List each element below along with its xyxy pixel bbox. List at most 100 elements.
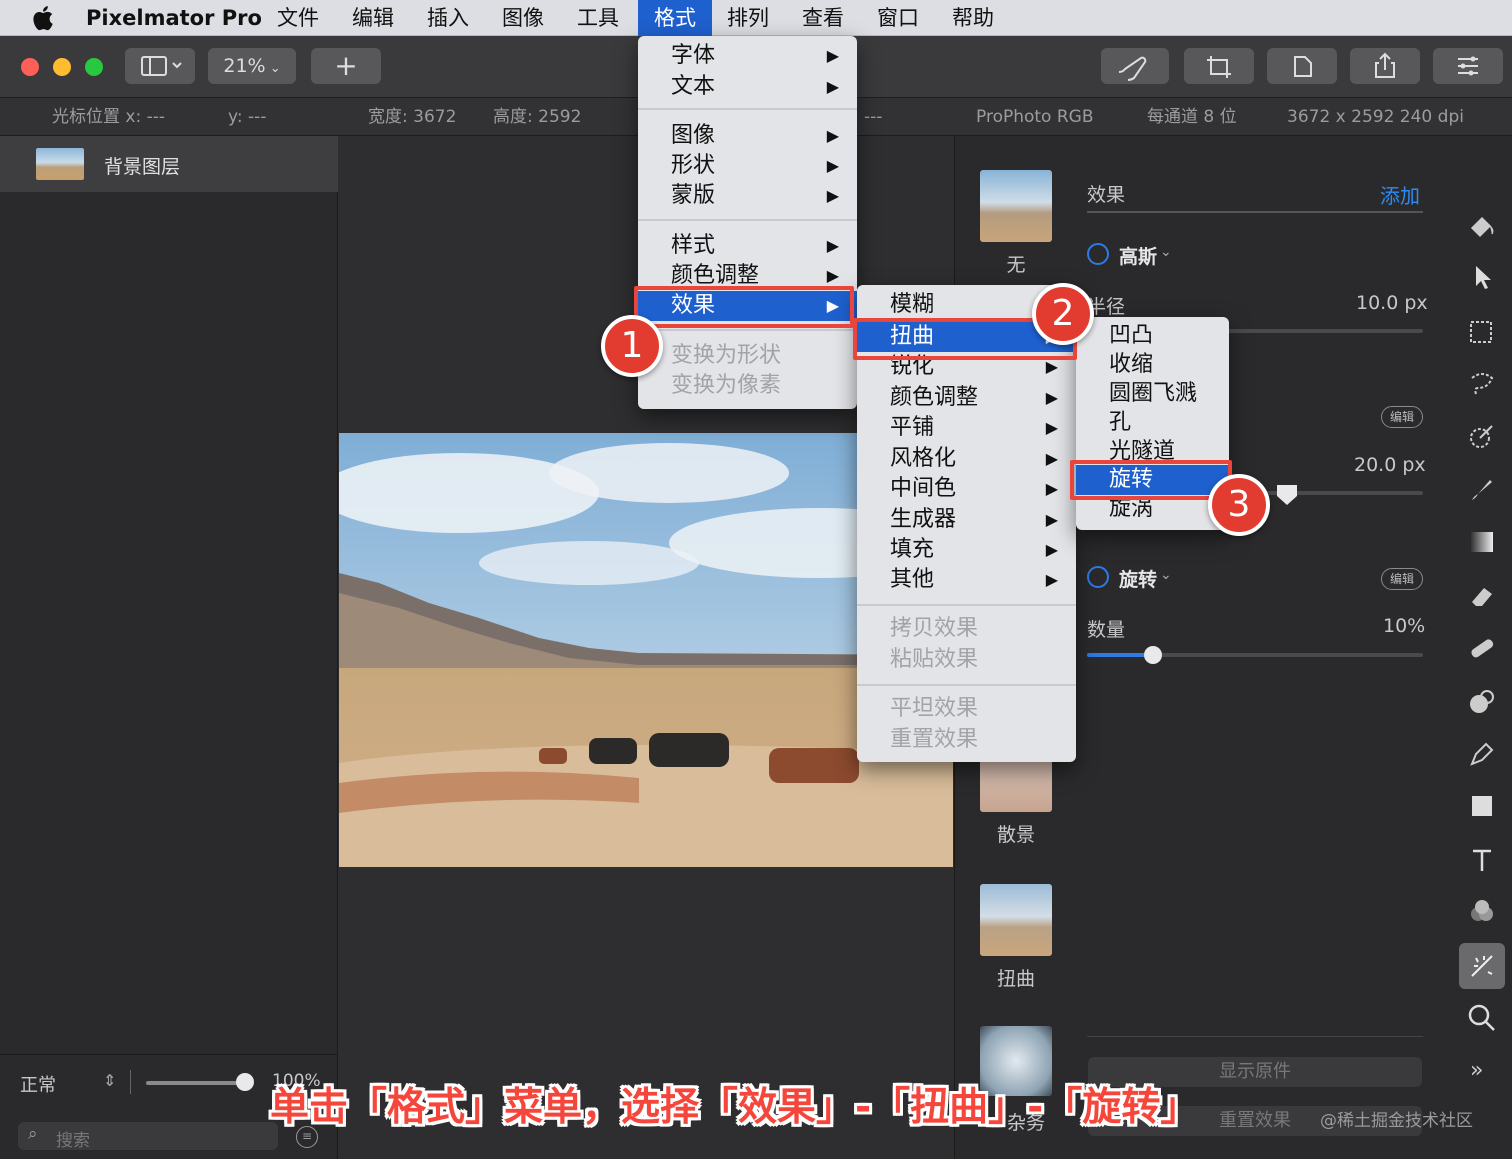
effect-thumb-distort[interactable] — [980, 884, 1052, 956]
menu-image[interactable]: 图像 — [502, 0, 544, 36]
sidebar-icon — [141, 56, 182, 76]
paint-bucket-icon[interactable] — [1466, 210, 1498, 242]
menu-item-hole[interactable]: 孔 — [1076, 408, 1229, 438]
amount-slider-knob[interactable] — [1143, 646, 1162, 664]
layer-name: 背景图层 — [104, 156, 181, 178]
gradient-icon[interactable] — [1466, 526, 1498, 558]
cursor-x-readout: 光标位置 x: --- — [52, 107, 165, 127]
effects-title: 效果 — [1087, 184, 1126, 206]
menu-item-image[interactable]: 图像 ▶ — [638, 121, 857, 151]
menu-tools[interactable]: 工具 — [577, 0, 619, 36]
apple-icon[interactable] — [30, 4, 54, 32]
zoom-dropdown[interactable]: 21% ⌄ — [208, 48, 296, 84]
step-badge-3: 3 — [1208, 474, 1270, 536]
image-size-readout: 3672 x 2592 240 dpi — [1287, 107, 1464, 127]
menu-arrange[interactable]: 排列 — [727, 0, 769, 36]
rotate-edit-button[interactable]: 编辑 — [1381, 568, 1423, 590]
menu-item-tile[interactable]: 平铺 ▶ — [857, 413, 1076, 443]
effect-thumb-bokeh[interactable] — [980, 760, 1052, 812]
retouch-button[interactable] — [1101, 48, 1169, 84]
menu-separator — [857, 684, 1076, 686]
sidebar-toggle-button[interactable] — [125, 48, 195, 84]
quick-select-icon[interactable] — [1466, 420, 1498, 452]
share-button[interactable] — [1350, 48, 1420, 84]
gauss-effect-name[interactable]: 高斯 — [1119, 242, 1157, 269]
rotate-enable-toggle[interactable] — [1087, 566, 1109, 588]
amount-slider-fill — [1087, 653, 1153, 657]
eraser-icon[interactable] — [1466, 580, 1498, 612]
color-adjust-icon[interactable] — [1466, 896, 1498, 928]
watermark: @稀土掘金技术社区 — [1320, 1111, 1473, 1131]
search-placeholder: 搜索 — [56, 1131, 90, 1151]
menu-item-stylize[interactable]: 风格化 ▶ — [857, 444, 1076, 474]
shape-rect-icon[interactable] — [1466, 790, 1498, 822]
image-width-readout: 宽度: 3672 — [368, 107, 457, 127]
menu-file[interactable]: 文件 — [277, 0, 319, 36]
minimize-window-button[interactable] — [53, 58, 71, 76]
menu-item-text[interactable]: 文本 ▶ — [638, 72, 857, 102]
clone-stamp-icon[interactable] — [1466, 686, 1498, 718]
pen-icon[interactable] — [1466, 738, 1498, 770]
layer-thumbnail — [36, 148, 84, 180]
chevron-down-icon[interactable]: ⌄ — [1160, 244, 1172, 260]
menu-item-circle-splash[interactable]: 圆圈飞溅 — [1076, 379, 1229, 409]
expand-chevron-icon[interactable]: » — [1470, 1058, 1483, 1083]
divider — [1087, 1036, 1423, 1037]
menu-item-pinch[interactable]: 收缩 — [1076, 350, 1229, 380]
menu-item-fill[interactable]: 填充 ▶ — [857, 535, 1076, 565]
effect-thumb-none[interactable] — [980, 170, 1052, 242]
cursor-y-readout: y: --- — [228, 107, 267, 127]
chevron-down-icon[interactable]: ⌄ — [1160, 567, 1172, 583]
menu-insert[interactable]: 插入 — [427, 0, 469, 36]
lasso-icon[interactable] — [1466, 368, 1498, 400]
bit-depth-readout: 每通道 8 位 — [1147, 107, 1237, 127]
zoom-window-button[interactable] — [85, 58, 103, 76]
blend-mode-select[interactable]: 正常 — [20, 1071, 56, 1097]
gauss-enable-toggle[interactable] — [1087, 243, 1109, 265]
menu-separator — [638, 329, 857, 331]
format-button[interactable] — [1267, 48, 1337, 84]
menu-item-mask[interactable]: 蒙版 ▶ — [638, 181, 857, 211]
app-name-menu[interactable]: Pixelmator Pro — [86, 0, 262, 36]
step-badge-1: 1 — [601, 315, 663, 377]
paint-brush-icon[interactable] — [1466, 474, 1498, 506]
menu-item-bump[interactable]: 凹凸 — [1076, 321, 1229, 351]
crop-button[interactable] — [1184, 48, 1254, 84]
add-button[interactable]: + — [311, 48, 381, 84]
menu-edit[interactable]: 编辑 — [352, 0, 394, 36]
arrow-pointer-icon[interactable] — [1466, 262, 1498, 294]
menu-item-color-adjust-effect[interactable]: 颜色调整 ▶ — [857, 383, 1076, 413]
bandage-icon[interactable] — [1466, 632, 1498, 664]
amount-label: 数量 — [1087, 619, 1126, 641]
document-icon — [1294, 56, 1312, 77]
radius-value: 10.0 px — [1356, 292, 1428, 314]
menu-item-reset-effects: 重置效果 — [890, 727, 979, 752]
menu-item-other[interactable]: 其他 ▶ — [857, 565, 1076, 595]
add-effect-button[interactable]: 添加 — [1380, 180, 1420, 209]
rect-select-icon[interactable] — [1466, 316, 1498, 348]
menu-help[interactable]: 帮助 — [952, 0, 994, 36]
menu-view[interactable]: 查看 — [802, 0, 844, 36]
text-icon[interactable] — [1466, 844, 1498, 876]
edit-button[interactable]: 编辑 — [1381, 406, 1423, 428]
updown-chevron-icon[interactable]: ⇕ — [103, 1071, 116, 1090]
opacity-slider-knob[interactable] — [236, 1073, 254, 1091]
zoom-icon[interactable] — [1466, 1002, 1498, 1034]
menu-item-font[interactable]: 字体 ▶ — [638, 41, 857, 71]
layer-search-field[interactable]: ⌕ 搜索 — [18, 1122, 278, 1151]
format-menu: 字体 ▶ 文本 ▶ 图像 ▶ 形状 ▶ 蒙版 ▶ 样式 ▶ 颜色调整 ▶ 效果 ▶ 变换为形状 … — [638, 36, 857, 409]
opacity-slider[interactable] — [146, 1081, 246, 1085]
menu-item-halftone[interactable]: 中间色 ▶ — [857, 474, 1076, 504]
menu-item-generator[interactable]: 生成器 ▶ — [857, 505, 1076, 535]
menu-item-style[interactable]: 样式 ▶ — [638, 231, 857, 261]
crop-icon — [1207, 56, 1231, 78]
layers-panel — [0, 136, 338, 1159]
menu-item-shape[interactable]: 形状 ▶ — [638, 151, 857, 181]
divider — [130, 1070, 131, 1094]
close-window-button[interactable] — [21, 58, 39, 76]
menu-format[interactable]: 格式 — [638, 0, 712, 36]
rotate-effect-name[interactable]: 旋转 — [1119, 565, 1157, 592]
menu-separator — [638, 219, 857, 221]
menu-window[interactable]: 窗口 — [877, 0, 919, 36]
adjust-button[interactable] — [1433, 48, 1503, 84]
